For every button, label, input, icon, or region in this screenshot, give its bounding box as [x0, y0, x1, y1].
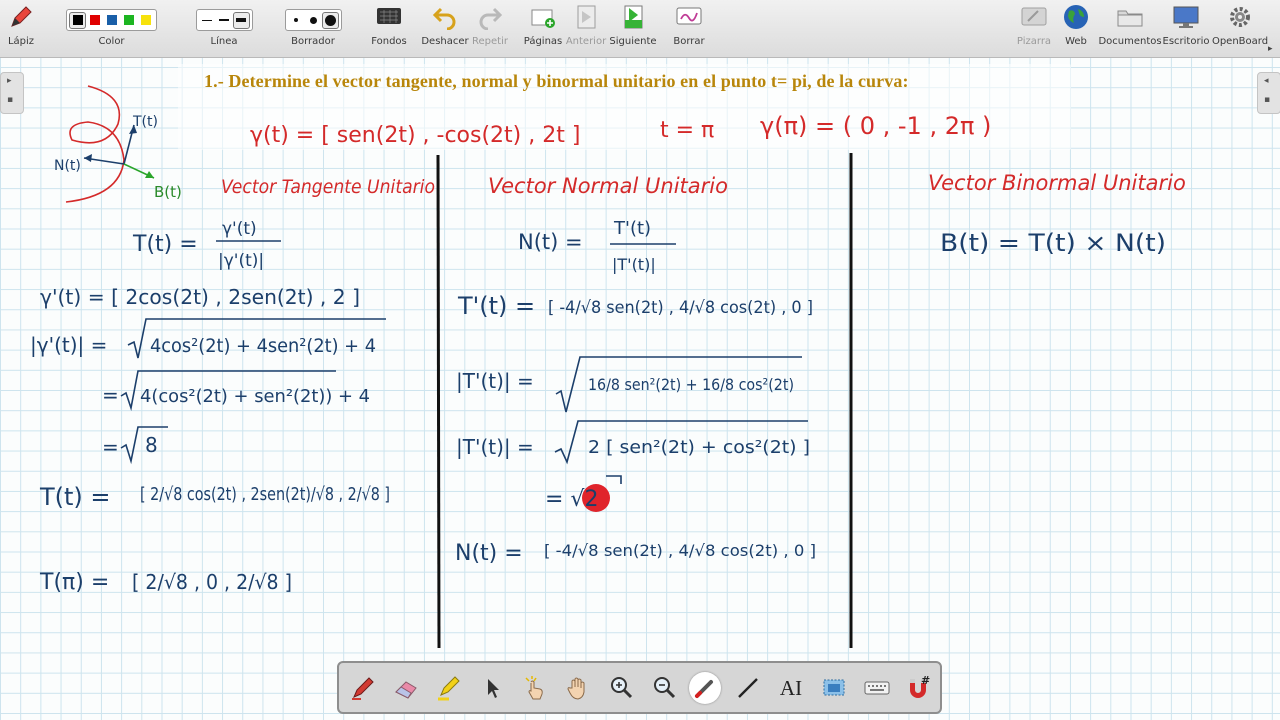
selector-tool-button[interactable] [476, 672, 508, 704]
eraser-medium[interactable] [306, 13, 321, 28]
toolbar-overflow-icon[interactable]: ▸ [1268, 44, 1273, 54]
previous-page-icon [577, 5, 596, 29]
color-label: Color [98, 36, 125, 47]
next-page-icon [624, 5, 643, 29]
folder-icon [1117, 10, 1143, 27]
marker-tool-button[interactable] [433, 672, 465, 704]
pen-tool-button[interactable] [347, 672, 379, 704]
clear-page-button[interactable]: Borrar [672, 0, 706, 57]
keyboard-icon [864, 681, 890, 695]
selector-icon [488, 679, 499, 698]
line-thin[interactable] [200, 13, 215, 28]
magnet-icon: # [910, 674, 930, 698]
color-picker: Color [50, 0, 173, 57]
eraser-icon [395, 681, 417, 699]
color-swatch-yellow[interactable] [138, 13, 153, 28]
undo-button[interactable]: Deshacer [421, 0, 469, 57]
eraser-label: Borrador [291, 36, 335, 47]
line-label: Línea [210, 36, 238, 47]
board-icon [1021, 7, 1047, 26]
right-palette-tab[interactable]: ◂ ▪ [1257, 72, 1280, 114]
globe-icon [1064, 5, 1088, 29]
board-mode-button[interactable]: Pizarra [1016, 0, 1052, 57]
backgrounds-icon [377, 8, 401, 24]
previous-page-button[interactable]: Anterior [565, 0, 607, 57]
desktop-mode-button[interactable]: Escritorio [1162, 0, 1210, 57]
pencil-icon [11, 6, 32, 27]
eraser-small[interactable] [289, 13, 304, 28]
pencil-label: Lápiz [7, 36, 35, 47]
openboard-menu-button[interactable]: OpenBoard [1212, 0, 1268, 57]
play-icon [525, 676, 543, 700]
previous-page-label: Anterior [565, 36, 607, 47]
color-swatch-red[interactable] [87, 13, 102, 28]
line-tool-button[interactable] [732, 672, 764, 704]
gear-icon [1230, 7, 1250, 27]
hand-icon [567, 677, 585, 700]
documents-mode-button[interactable]: Documentos [1098, 0, 1162, 57]
text-tool-button[interactable]: AI [775, 672, 807, 704]
whiteboard-canvas[interactable]: ▸ ▪ ◂ ▪ [0, 58, 1280, 720]
web-mode-button[interactable]: Web [1059, 0, 1093, 57]
add-page-icon [531, 9, 555, 28]
line-medium[interactable] [217, 13, 232, 28]
eraser-size-picker: Borrador [275, 0, 351, 57]
backgrounds-label: Fondos [371, 36, 407, 47]
desktop-label: Escritorio [1162, 36, 1210, 47]
svg-text:#: # [921, 674, 930, 687]
line-thick[interactable] [232, 11, 250, 29]
zoom-in-icon [611, 677, 633, 699]
board-label: Pizarra [1016, 36, 1052, 47]
redo-label: Repetir [472, 36, 508, 47]
backgrounds-button[interactable]: Fondos [369, 0, 409, 57]
line-icon [738, 678, 758, 698]
capture-tool-button[interactable] [818, 672, 850, 704]
line-width-picker: Línea [186, 0, 262, 57]
capture-icon [823, 679, 845, 696]
laser-pointer-button[interactable] [689, 672, 721, 704]
undo-label: Deshacer [421, 36, 469, 47]
pages-label: Páginas [523, 36, 563, 47]
virtual-keyboard-button[interactable] [861, 672, 893, 704]
marker-icon [438, 676, 460, 701]
eraser-large[interactable] [321, 11, 339, 29]
openboard-label: OpenBoard [1211, 36, 1269, 47]
next-page-button[interactable]: Siguiente [609, 0, 657, 57]
redo-button[interactable]: Repetir [472, 0, 508, 57]
documents-label: Documentos [1098, 36, 1162, 47]
clear-page-icon [676, 7, 702, 25]
eraser-tool-button[interactable] [390, 672, 422, 704]
web-label: Web [1065, 36, 1087, 47]
undo-icon [432, 7, 456, 30]
left-palette-tab[interactable]: ▸ ▪ [0, 72, 24, 114]
floating-tool-dock: AI # [337, 661, 942, 714]
color-swatch-green[interactable] [121, 13, 136, 28]
zoom-in-button[interactable] [605, 672, 637, 704]
clear-label: Borrar [673, 36, 705, 47]
main-toolbar: Lápiz Color Línea Borrador Fondos Deshac… [0, 0, 1280, 58]
pen-icon [352, 677, 374, 700]
color-swatch-black[interactable] [69, 11, 86, 29]
monitor-icon [1173, 6, 1199, 28]
magnet-grid-button[interactable]: # [902, 672, 934, 704]
color-swatch-blue[interactable] [104, 13, 119, 28]
laser-pointer-icon [695, 680, 713, 698]
zoom-out-button[interactable] [648, 672, 680, 704]
redo-icon [479, 7, 503, 30]
zoom-out-icon [654, 677, 676, 699]
hand-tool-button[interactable] [562, 672, 594, 704]
next-page-label: Siguiente [609, 36, 657, 47]
play-tool-button[interactable] [519, 672, 551, 704]
problem-statement[interactable]: 1.- Determine el vector tangente, normal… [204, 71, 909, 92]
text-icon: AI [779, 675, 803, 700]
pencil-tool[interactable]: Lápiz [6, 0, 36, 57]
pages-button[interactable]: Páginas [523, 0, 563, 57]
